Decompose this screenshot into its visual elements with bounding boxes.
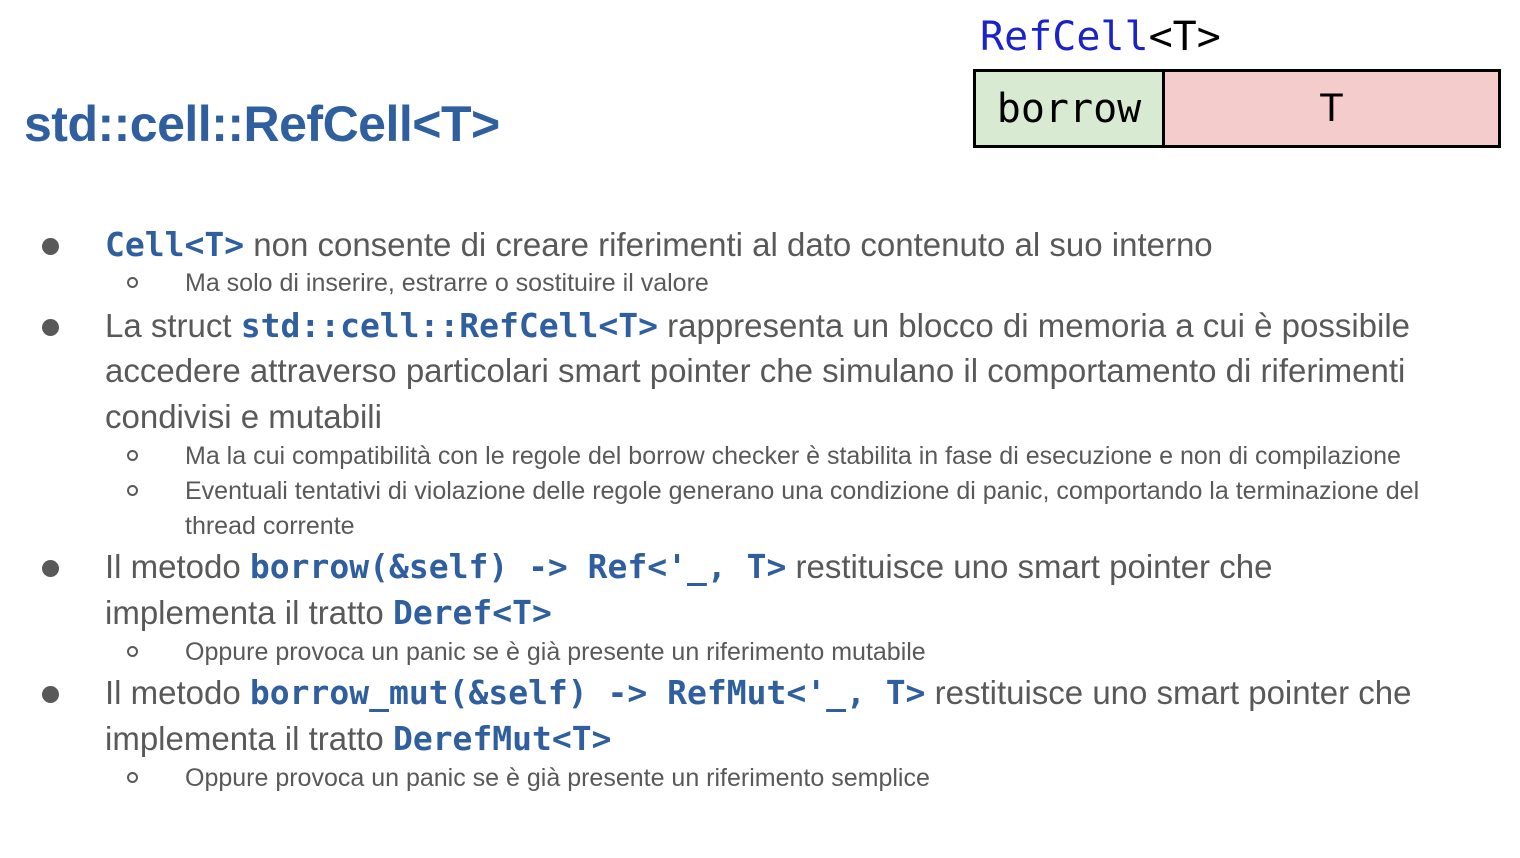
bullet-text: Il metodo	[105, 674, 250, 711]
sub-bullet-ring	[127, 485, 138, 496]
sub-bullet-item: Ma la cui compatibilità con le regole de…	[0, 439, 1520, 474]
sub-bullet-item: Ma solo di inserire, estrarre o sostitui…	[0, 266, 1520, 301]
slide-title: std::cell::RefCell<T>	[24, 96, 500, 152]
refcell-layout-diagram: borrow T	[973, 69, 1501, 148]
bullet-dot	[42, 238, 59, 255]
code-span: std::cell::RefCell<T>	[240, 305, 658, 345]
sub-bullet-text: Eventuali tentativi di violazione delle …	[185, 477, 1420, 540]
diagram-title: RefCell<T>	[980, 12, 1221, 62]
bullet-text: La struct	[105, 306, 241, 344]
sub-bullet-text: Oppure provoca un panic se è già present…	[185, 638, 926, 666]
sub-bullet-text: Ma la cui compatibilità con le regole de…	[185, 442, 1401, 470]
diagram-title-generic: <T>	[1148, 14, 1221, 60]
code-span: DerefMut<T>	[392, 718, 612, 758]
bullet-dot	[42, 686, 59, 703]
code-span: Cell<T>	[105, 225, 245, 264]
sub-bullet-text: Ma solo di inserire, estrarre o sostitui…	[185, 268, 709, 297]
bullet-item: Il metodo borrow(&self) -> Ref<'_, T> re…	[0, 544, 1520, 635]
bullet-item: La struct std::cell::RefCell<T> rapprese…	[0, 303, 1520, 440]
code-span: Deref<T>	[392, 592, 552, 632]
sub-bullet-ring	[127, 646, 138, 657]
diagram-title-code: RefCell	[980, 14, 1149, 60]
sub-bullet-ring	[127, 772, 138, 783]
sub-bullet-ring	[127, 276, 138, 288]
borrow-cell: borrow	[976, 72, 1165, 145]
sub-bullet-text: Oppure provoca un panic se è già present…	[185, 764, 930, 792]
bullet-text: Il metodo	[105, 548, 250, 585]
code-span: borrow(&self) -> Ref<'_, T>	[249, 547, 787, 586]
sub-bullet-ring	[127, 450, 138, 461]
value-cell: T	[1165, 72, 1498, 145]
sub-bullet-item: Oppure provoca un panic se è già present…	[0, 761, 1520, 796]
bullet-item: Cell<T> non consente di creare riferimen…	[0, 222, 1520, 268]
sub-bullet-item: Eventuali tentativi di violazione delle …	[0, 474, 1520, 544]
bullet-list: Cell<T> non consente di creare riferimen…	[0, 222, 1520, 796]
bullet-item: Il metodo borrow_mut(&self) -> RefMut<'_…	[0, 670, 1520, 761]
bullet-dot	[42, 318, 59, 336]
code-span: borrow_mut(&self) -> RefMut<'_, T>	[249, 673, 926, 712]
sub-bullet-item: Oppure provoca un panic se è già present…	[0, 635, 1520, 670]
bullet-text: non consente di creare riferimenti al da…	[244, 226, 1213, 263]
bullet-dot	[42, 560, 59, 577]
